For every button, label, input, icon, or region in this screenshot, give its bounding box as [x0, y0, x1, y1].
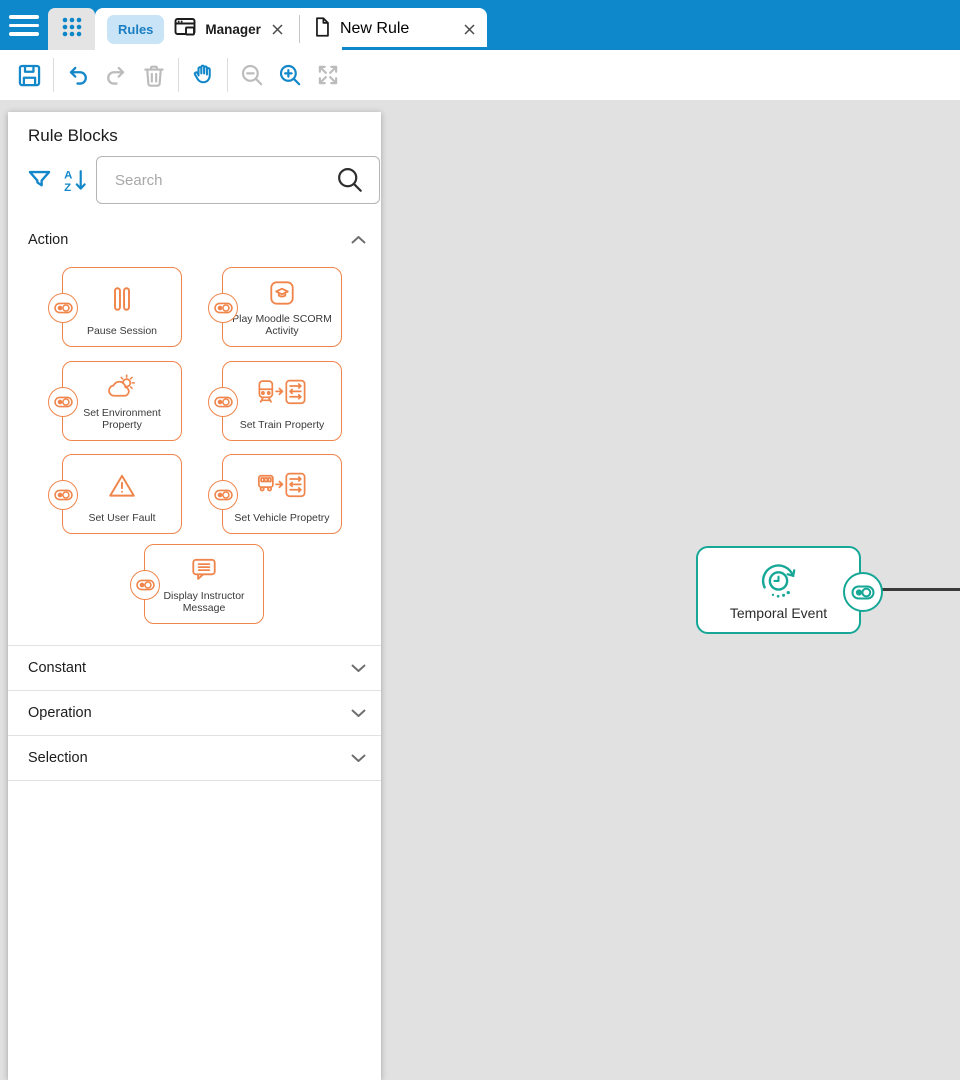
filter-button[interactable] [24, 164, 54, 196]
window-icon [172, 15, 198, 44]
message-bubble-icon [145, 545, 263, 590]
section-selection[interactable]: Selection [8, 735, 381, 780]
fit-view-button[interactable] [309, 56, 347, 94]
block-set-environment-property[interactable]: Set Environment Property [48, 361, 182, 441]
svg-text:A: A [64, 169, 72, 181]
node-output-port[interactable] [843, 572, 883, 612]
block-label: Set Vehicle Propetry [234, 512, 330, 525]
document-icon [311, 15, 333, 44]
rules-badge[interactable]: Rules [107, 14, 165, 44]
block-label: Play Moodle SCORM Activity [232, 312, 332, 338]
rule-canvas[interactable]: Temporal Event Rule Blocks A Z Search Ac… [0, 100, 960, 1080]
top-bar: Rules Manager New Rule [0, 0, 960, 50]
train-list-icon [223, 362, 341, 419]
node-temporal-event[interactable]: Temporal Event [696, 546, 883, 634]
graduation-cap-icon [223, 268, 341, 313]
warning-triangle-icon [63, 455, 181, 512]
hamburger-menu-icon[interactable] [9, 15, 39, 36]
chevron-up-icon [350, 234, 367, 246]
redo-button[interactable] [97, 56, 135, 94]
tab-divider [298, 15, 300, 43]
block-label: Set Environment Property [83, 406, 161, 432]
section-constant[interactable]: Constant [8, 645, 381, 690]
connection-edge [877, 588, 960, 591]
block-pause-session[interactable]: Pause Session [48, 267, 182, 347]
tab-manager[interactable]: Manager [164, 8, 296, 50]
block-port-icon[interactable] [130, 570, 160, 600]
collapsed-sections: Constant Operation Selection [8, 645, 381, 781]
zoom-in-button[interactable] [271, 56, 309, 94]
block-port-icon[interactable] [208, 293, 238, 323]
toolbar-separator [53, 58, 54, 92]
tab-new-rule[interactable]: New Rule [303, 8, 487, 50]
search-input[interactable] [97, 171, 335, 189]
pause-icon [63, 268, 181, 325]
block-port-icon[interactable] [48, 480, 78, 510]
tab-new-rule-close-icon[interactable] [459, 19, 479, 39]
toolbar-separator [178, 58, 179, 92]
section-action-label: Action [28, 232, 69, 248]
delete-button[interactable] [135, 56, 173, 94]
block-set-user-fault[interactable]: Set User Fault [48, 454, 182, 534]
search-icon [335, 165, 365, 195]
temporal-clock-icon [755, 548, 802, 605]
section-divider [8, 780, 381, 781]
tab-new-rule-label: New Rule [339, 20, 410, 37]
block-label: Display Instructor Message [163, 589, 245, 615]
sort-az-button[interactable]: A Z [58, 164, 90, 196]
block-display-instructor-message[interactable]: Display Instructor Message [130, 544, 264, 624]
search-box [96, 156, 380, 204]
editor-toolbar [0, 50, 960, 100]
tab-strip: Rules Manager New Rule [95, 8, 487, 50]
rule-blocks-panel: Rule Blocks A Z Search Action Pause Sess… [8, 112, 381, 1080]
grid-dots-icon [59, 14, 85, 45]
block-label: Set Train Property [239, 419, 325, 432]
chevron-down-icon [350, 662, 367, 674]
panel-controls: A Z [8, 156, 381, 204]
section-operation-label: Operation [28, 705, 92, 721]
app-grid-button[interactable] [48, 8, 95, 50]
cloud-sun-icon [63, 362, 181, 407]
section-operation[interactable]: Operation [8, 690, 381, 735]
tab-manager-close-icon[interactable] [268, 19, 288, 39]
block-port-icon[interactable] [48, 293, 78, 323]
block-port-icon[interactable] [48, 387, 78, 417]
vehicle-list-icon [223, 455, 341, 512]
node-label: Temporal Event [729, 605, 828, 621]
section-constant-label: Constant [28, 660, 87, 676]
block-port-icon[interactable] [208, 387, 238, 417]
undo-button[interactable] [59, 56, 97, 94]
chevron-down-icon [350, 752, 367, 764]
block-set-vehicle-property[interactable]: Set Vehicle Propetry [208, 454, 342, 534]
chevron-down-icon [350, 707, 367, 719]
panel-title: Rule Blocks [28, 126, 118, 145]
block-play-moodle-scorm[interactable]: Play Moodle SCORM Activity [208, 267, 342, 347]
toolbar-separator [227, 58, 228, 92]
svg-text:Z: Z [64, 181, 71, 193]
tab-manager-label: Manager [205, 21, 261, 37]
save-button[interactable] [10, 56, 48, 94]
block-label: Pause Session [86, 325, 158, 338]
section-selection-label: Selection [28, 750, 88, 766]
section-action[interactable]: Action [8, 222, 381, 258]
pan-hand-button[interactable] [184, 56, 222, 94]
zoom-out-button[interactable] [233, 56, 271, 94]
block-port-icon[interactable] [208, 480, 238, 510]
block-label: Set User Fault [88, 512, 156, 525]
block-set-train-property[interactable]: Set Train Property [208, 361, 342, 441]
